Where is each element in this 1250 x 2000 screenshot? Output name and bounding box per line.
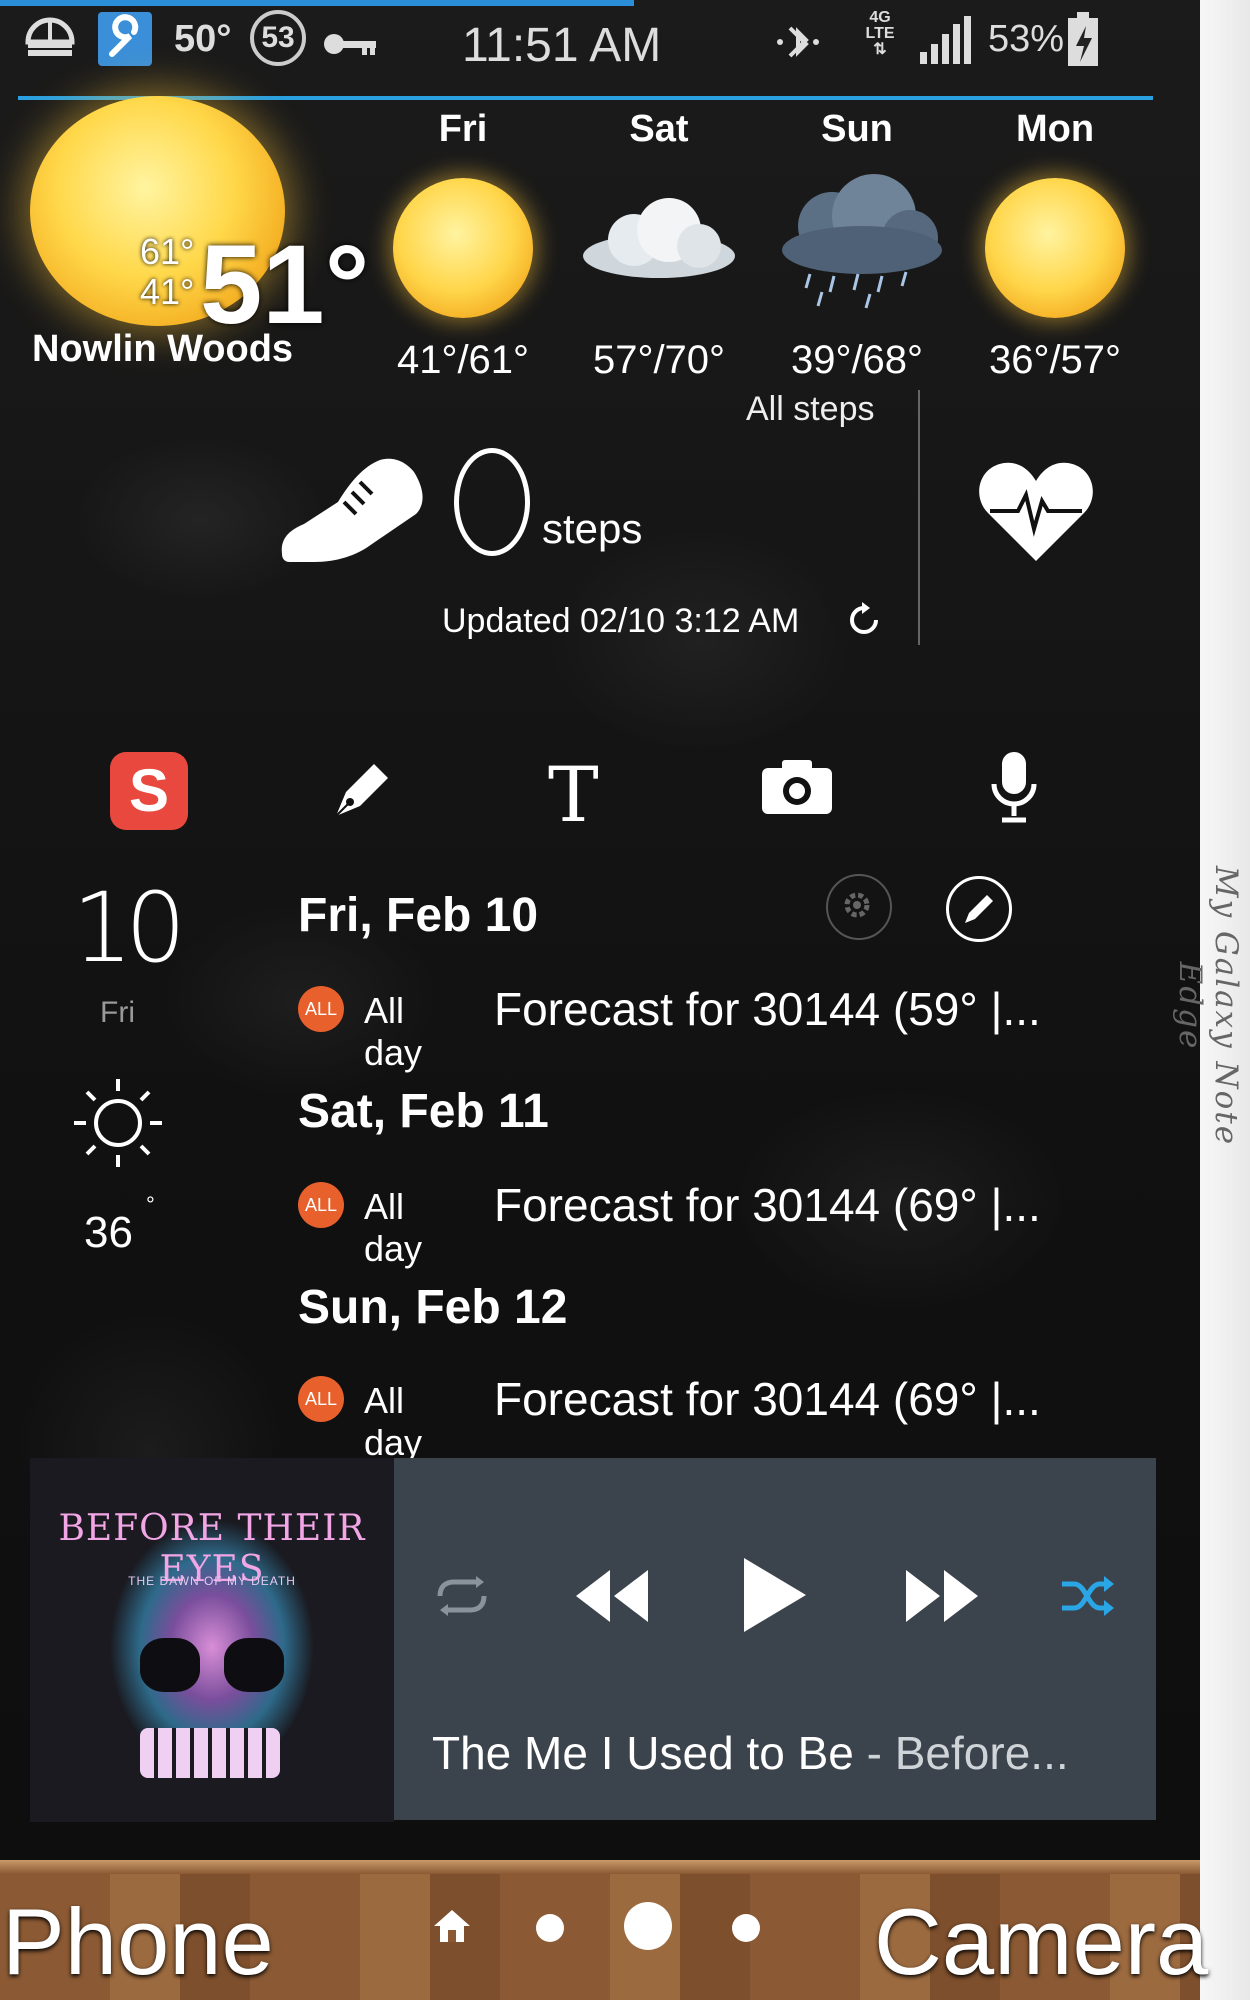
today-low: 41° bbox=[140, 271, 195, 312]
steps-unit: steps bbox=[542, 505, 643, 552]
music-player: The Me I Used to Be - Before... bbox=[394, 1458, 1156, 1820]
camera-app-label[interactable]: Camera bbox=[874, 1888, 1208, 1996]
steps-divider bbox=[918, 390, 920, 645]
key-icon bbox=[322, 26, 378, 69]
heart-rate-icon[interactable] bbox=[976, 455, 1096, 570]
text-icon[interactable]: T bbox=[548, 750, 599, 839]
location-name[interactable]: Nowlin Woods bbox=[32, 328, 293, 371]
fast-forward-icon[interactable] bbox=[902, 1566, 982, 1631]
wrench-icon bbox=[98, 12, 152, 76]
skull-teeth bbox=[140, 1728, 280, 1778]
skull-eye bbox=[224, 1638, 284, 1692]
forecast-day-name: Fri bbox=[438, 108, 488, 150]
cloud-icon bbox=[574, 178, 744, 303]
repeat-icon[interactable] bbox=[432, 1574, 492, 1623]
all-day-label: All day bbox=[364, 1186, 423, 1269]
edit-pencil-icon[interactable] bbox=[946, 876, 1012, 942]
forecast-temps: 36°/57° bbox=[988, 338, 1122, 382]
all-calendars-badge: ALL bbox=[298, 1182, 344, 1228]
forecast-temps: 41°/61° bbox=[396, 338, 530, 382]
now-playing-text[interactable]: The Me I Used to Be - Before... bbox=[432, 1726, 1069, 1780]
calendar-day-of-week: Fri bbox=[100, 996, 135, 1029]
page-indicator-dot[interactable] bbox=[536, 1914, 564, 1942]
signal-icon bbox=[918, 14, 972, 76]
all-day-label: All day bbox=[364, 990, 423, 1073]
forecast-day-name: Sat bbox=[629, 108, 689, 150]
dock-shelf bbox=[0, 1860, 1200, 1874]
shuffle-icon[interactable] bbox=[1060, 1574, 1116, 1623]
bluetooth-icon bbox=[770, 14, 826, 80]
edge-panel-text: My Galaxy Note Edge bbox=[1172, 865, 1244, 1147]
today-high: 61° bbox=[140, 231, 195, 272]
battery-charging-icon bbox=[1066, 12, 1100, 78]
calendar-day-heading[interactable]: Sun, Feb 12 bbox=[298, 1280, 567, 1335]
album-art-subtitle: THE DAWN OF MY DEATH bbox=[128, 1574, 296, 1588]
camera-icon[interactable] bbox=[760, 756, 834, 821]
pen-icon[interactable] bbox=[326, 752, 400, 831]
network-type: 4G LTE ⇅ bbox=[865, 9, 895, 58]
forecast-day-name: Mon bbox=[1015, 108, 1095, 150]
today-high-low: 61° 41° bbox=[140, 232, 194, 312]
steps-count-ring bbox=[454, 448, 530, 556]
shoe-icon[interactable] bbox=[276, 452, 430, 573]
weather-temperature: 50° bbox=[174, 18, 232, 60]
page-indicator-dot-active[interactable] bbox=[624, 1902, 672, 1950]
play-icon[interactable] bbox=[740, 1556, 810, 1639]
forecast-day-name: Sun bbox=[821, 108, 893, 150]
calendar-temperature: 36 bbox=[84, 1208, 133, 1257]
status-bar: 50° 53 11:51 AM 4G LTE ⇅ 53% bbox=[0, 6, 1200, 82]
skull-eye bbox=[140, 1638, 200, 1692]
sun-icon bbox=[393, 178, 533, 318]
rain-cloud-icon bbox=[770, 164, 946, 319]
clock: 11:51 AM bbox=[462, 19, 662, 72]
degree-symbol: ° bbox=[146, 1192, 155, 1217]
forecast-temps: 39°/68° bbox=[790, 338, 924, 382]
event-title: Forecast for 30144 (69° |... bbox=[494, 1373, 1041, 1425]
sun-outline-icon bbox=[70, 1075, 166, 1176]
calendar-day-heading[interactable]: Sat, Feb 11 bbox=[298, 1084, 549, 1139]
forecast-temps: 57°/70° bbox=[592, 338, 726, 382]
settings-icon[interactable] bbox=[826, 874, 892, 940]
event-title: Forecast for 30144 (69° |... bbox=[494, 1179, 1041, 1231]
home-page-indicator-icon[interactable] bbox=[432, 1908, 472, 1949]
microphone-icon[interactable] bbox=[988, 750, 1040, 831]
phone-app-label[interactable]: Phone bbox=[2, 1888, 274, 1996]
rewind-icon[interactable] bbox=[572, 1566, 652, 1631]
all-day-label: All day bbox=[364, 1380, 423, 1463]
album-art[interactable]: BEFORE THEIR EYES THE DAWN OF MY DEATH bbox=[30, 1458, 394, 1822]
calendar-day-heading[interactable]: Fri, Feb 10 bbox=[298, 888, 538, 943]
refresh-icon[interactable] bbox=[844, 600, 884, 645]
all-calendars-badge: ALL bbox=[298, 986, 344, 1032]
sun-icon bbox=[985, 178, 1125, 318]
track-artist: - Before... bbox=[853, 1727, 1069, 1779]
event-title: Forecast for 30144 (59° |... bbox=[494, 983, 1041, 1035]
battery-percent: 53% bbox=[988, 18, 1065, 60]
storage-icon bbox=[22, 14, 78, 74]
steps-header: All steps bbox=[746, 390, 875, 428]
steps-updated-time: Updated 02/10 3:12 AM bbox=[442, 602, 800, 640]
page-indicator-dot[interactable] bbox=[732, 1914, 760, 1942]
track-title: The Me I Used to Be bbox=[432, 1727, 854, 1779]
s-note-icon[interactable]: S bbox=[110, 752, 188, 830]
calendar-date-number: 10 bbox=[72, 872, 186, 984]
notification-count-badge: 53 bbox=[250, 10, 306, 66]
all-calendars-badge: ALL bbox=[298, 1376, 344, 1422]
